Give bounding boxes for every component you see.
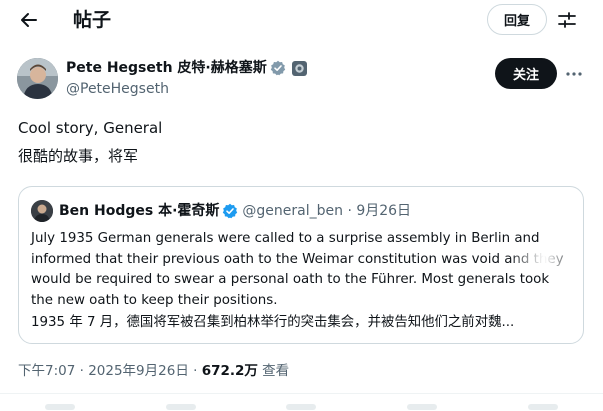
affiliate-badge-icon[interactable] — [291, 60, 307, 76]
page-title: 帖子 — [73, 9, 112, 31]
verified-icon — [222, 203, 238, 219]
quote-body: July 1935 German generals were called to… — [31, 229, 573, 334]
author-name-row[interactable]: Pete Hegseth 皮特·赫格塞斯 — [66, 58, 307, 78]
divider — [0, 393, 603, 394]
bookmark-action[interactable] — [407, 404, 438, 410]
quote-text: July 1935 German generals were called to… — [31, 231, 564, 308]
view-count: 672.2万 — [201, 363, 258, 379]
reply-button[interactable]: 回复 — [487, 4, 547, 35]
author-handle[interactable]: @PeteHegseth — [66, 79, 169, 99]
quote-header: Ben Hodges 本·霍奇斯 @general_ben · 9月26日 — [59, 201, 411, 221]
follow-button[interactable]: 关注 — [495, 58, 557, 89]
quote-text-translation: 1935 年 7 月，德国将军被召集到柏林举行的突击集会，并被告知他们之前对魏.… — [31, 315, 515, 330]
more-icon — [566, 72, 582, 76]
post-text-translation: 很酷的故事，将军 — [18, 147, 139, 165]
author-name[interactable]: Pete Hegseth 皮特·赫格塞斯 — [66, 58, 267, 78]
post-meta: 下午7:07 · 2025年9月26日 · 672.2万 查看 — [18, 361, 289, 381]
quote-author-name: Ben Hodges 本·霍奇斯 — [59, 203, 220, 219]
share-action[interactable] — [527, 404, 558, 410]
quote-avatar — [31, 200, 53, 222]
like-action[interactable] — [286, 404, 317, 410]
back-button[interactable] — [16, 7, 42, 33]
more-button[interactable] — [562, 62, 586, 86]
quoted-post[interactable]: Ben Hodges 本·霍奇斯 @general_ben · 9月26日 Ju… — [18, 186, 584, 344]
post-timestamp[interactable]: 下午7:07 · 2025年9月26日 · — [18, 363, 202, 379]
top-bar: 帖子 回复 — [0, 0, 603, 40]
views-label: 查看 — [257, 363, 290, 379]
settings-icon — [558, 12, 576, 28]
text-fade — [509, 247, 579, 269]
reply-action[interactable] — [45, 404, 76, 410]
post-text: Cool story, General — [18, 119, 163, 137]
quote-handle-date: @general_ben · 9月26日 — [242, 203, 412, 219]
repost-action[interactable] — [165, 404, 196, 410]
settings-button[interactable] — [555, 8, 579, 32]
author-avatar[interactable] — [17, 58, 58, 99]
action-bar — [0, 400, 603, 411]
verified-icon — [270, 60, 286, 76]
back-arrow-icon — [21, 13, 37, 27]
